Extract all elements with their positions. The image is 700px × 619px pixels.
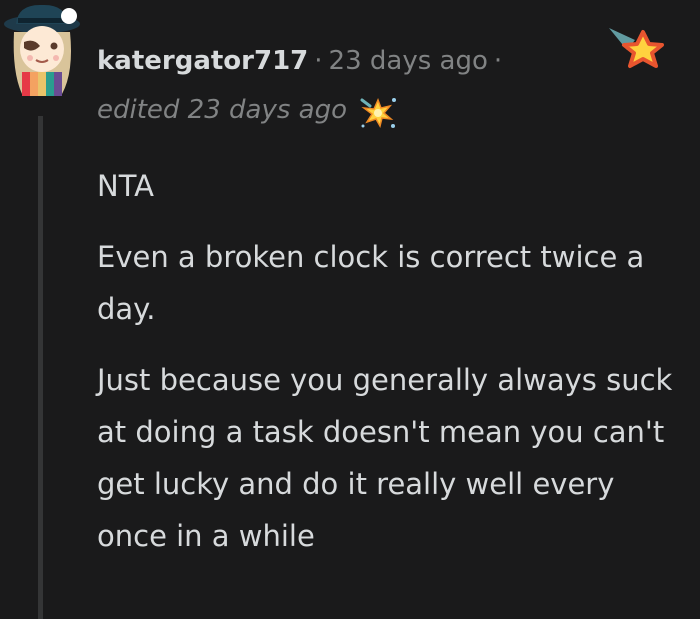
- comment-paragraph: Even a broken clock is correct twice a d…: [97, 240, 645, 326]
- separator-dot: ·: [493, 46, 503, 76]
- comment-timestamp[interactable]: 23 days ago: [329, 46, 488, 76]
- separator-dot: ·: [314, 46, 323, 76]
- comment-body: NTA Even a broken clock is correct twice…: [97, 160, 687, 581]
- username-link[interactable]: katergator717: [97, 46, 308, 76]
- user-avatar[interactable]: [2, 2, 82, 100]
- comment-header: katergator717 · 23 days ago ·: [97, 44, 508, 78]
- shooting-star-award-icon[interactable]: [605, 26, 667, 78]
- thread-line[interactable]: [38, 116, 43, 619]
- edited-label: edited 23 days ago: [97, 95, 348, 125]
- comment-paragraph: Just because you generally always suck a…: [97, 363, 673, 553]
- comment-paragraph: NTA: [97, 169, 154, 203]
- sparkle-burst-icon: [358, 94, 398, 130]
